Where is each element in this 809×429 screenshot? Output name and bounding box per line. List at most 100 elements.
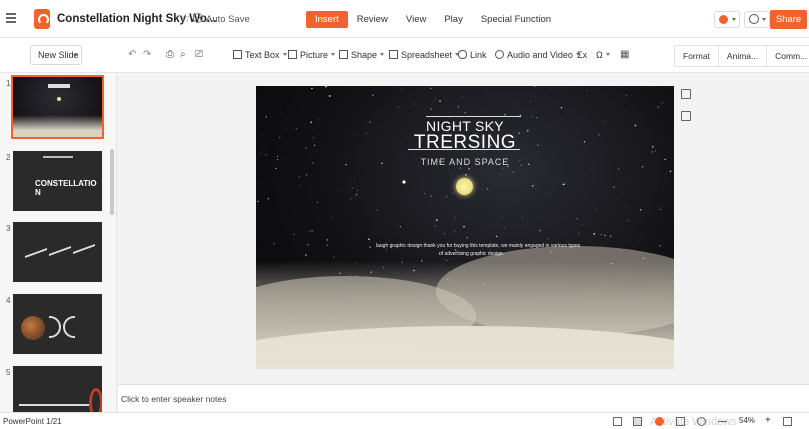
tab-animation[interactable]: Anima... [719,46,768,66]
audio-video-label: Audio and Video [507,50,573,60]
shape-label: Shape [351,50,378,60]
search-icon[interactable]: ⌕ [180,50,186,60]
chevron-down-icon [331,53,336,56]
arc-art [49,316,61,338]
slide-thumbnail-row[interactable]: 3 [0,220,116,286]
text-box-label: Text Box [245,50,280,60]
slide-thumb-title: CONSTELLATIO N [35,179,97,197]
arc-art [63,316,75,338]
panel-scrollbar[interactable] [110,149,114,215]
chevron-down-icon [605,53,610,56]
slide-number: 3 [6,224,11,233]
title-art [48,84,70,88]
slide-thumbnail-row[interactable]: 4 [0,292,116,358]
speaker-notes[interactable]: Click to enter speaker notes [118,384,809,412]
slide-thumbnail-row[interactable]: 2 CONSTELLATIO N [0,149,116,215]
status-bar: PowerPoint 1/21 Activate Windows 54% + [0,412,809,429]
qr-code-icon[interactable]: ▦ [620,50,629,60]
redo-icon[interactable]: ↷ [143,50,151,60]
chevron-down-icon [282,53,287,56]
spreadsheet-label: Spreadsheet [401,50,453,60]
zoom-in-icon[interactable]: + [765,416,774,426]
tab-insert[interactable]: Insert [306,11,348,28]
audio-video-button[interactable]: Audio and Video [495,50,580,61]
slide-counter: PowerPoint 1/21 [3,417,62,426]
slide-thumbnail-row[interactable]: 5 [0,364,116,412]
play-slideshow-icon[interactable] [655,417,664,426]
history-button[interactable] [744,11,770,28]
moon-art [456,178,473,195]
symbol-icon: Ω [596,50,603,60]
ribbon-art [49,245,71,265]
tab-format[interactable]: Format [675,46,719,66]
replace-image-icon[interactable] [681,111,691,121]
ribbon-art [25,247,47,267]
tab-play[interactable]: Play [435,11,471,28]
title-rule-bottom [408,149,520,150]
insert-toolbar: New Slide ↶ ↷ ⎙ ⌕ ⎚ Text Box Picture Sha… [0,38,809,73]
slide-thumbnail-row[interactable]: 1 [0,75,116,141]
slide-title-line2[interactable]: TRERSING [256,132,674,154]
formula-button[interactable]: Σx [577,50,587,61]
canvas-side-tools [681,89,691,133]
undo-icon[interactable]: ↶ [128,50,136,60]
slide-subtitle[interactable]: TIME AND SPACE [256,157,674,167]
link-icon [458,50,467,59]
text-box-icon [233,50,242,59]
slide-number: 1 [6,79,11,88]
spreadsheet-button[interactable]: Spreadsheet [389,50,460,61]
slide-thumbnail[interactable] [13,222,102,282]
star-icon[interactable]: ☆ [180,11,191,25]
fit-window-icon[interactable] [783,417,792,426]
ribbon-art [73,243,95,263]
new-slide-button[interactable]: New Slide [30,45,82,65]
slide-thumbnail[interactable]: CONSTELLATIO N [13,151,102,211]
shape-button[interactable]: Shape [339,50,385,61]
cloud-art [13,115,102,137]
symbol-button[interactable]: Ω [596,50,610,61]
slide-number: 4 [6,296,11,305]
layout-icon[interactable] [681,89,691,99]
menu-icon[interactable] [6,13,16,23]
slide-thumbnail[interactable] [11,75,104,139]
chevron-down-icon [762,18,766,21]
text-box-button[interactable]: Text Box [233,50,287,61]
slide-thumbnail[interactable] [13,294,102,354]
tab-special-function[interactable]: Special Function [472,11,560,28]
record-icon [719,15,728,24]
spreadsheet-icon [389,50,398,59]
speaker-notes-placeholder: Click to enter speaker notes [121,394,227,404]
zoom-slider[interactable] [718,421,727,422]
sorter-view-icon[interactable] [676,417,685,426]
tab-review[interactable]: Review [348,11,397,28]
slide-body-line2[interactable]: of advertising graphic design. [439,251,504,257]
slide-body-line1[interactable]: laugh graphic design thank you for buyin… [376,243,580,249]
slide-thumbnail[interactable] [13,366,102,412]
zoom-level[interactable]: 54% [739,416,755,425]
format-painter-icon[interactable]: ⎙ [166,50,174,60]
picture-label: Picture [300,50,329,60]
autosave-check-icon [193,13,203,23]
share-button[interactable]: Share [770,10,807,29]
target-art [89,388,102,412]
tab-view[interactable]: View [397,11,435,28]
record-button[interactable] [714,11,740,28]
header-art [43,156,73,158]
ribbon-tabs: Insert Review View Play Special Function [306,11,560,28]
clock-icon [749,14,759,24]
title-bar: Constellation Night Sky Wo... ☆ Auto Sav… [0,0,809,38]
link-button[interactable]: Link [458,50,487,61]
timeline-art [19,404,89,406]
slide-number: 5 [6,368,11,377]
edit-view-icon[interactable] [633,417,642,426]
print-icon[interactable]: ⎚ [195,50,203,60]
audio-video-icon [495,50,504,59]
chevron-down-icon [732,18,736,21]
picture-button[interactable]: Picture [288,50,336,61]
zoom-out-icon[interactable] [697,417,706,426]
tab-comments[interactable]: Comm... [767,46,809,66]
notes-toggle-icon[interactable] [613,417,622,426]
app-logo [34,9,50,29]
link-label: Link [470,50,487,60]
slide-canvas[interactable]: NIGHT SKY TRERSING TIME AND SPACE laugh … [256,86,674,369]
